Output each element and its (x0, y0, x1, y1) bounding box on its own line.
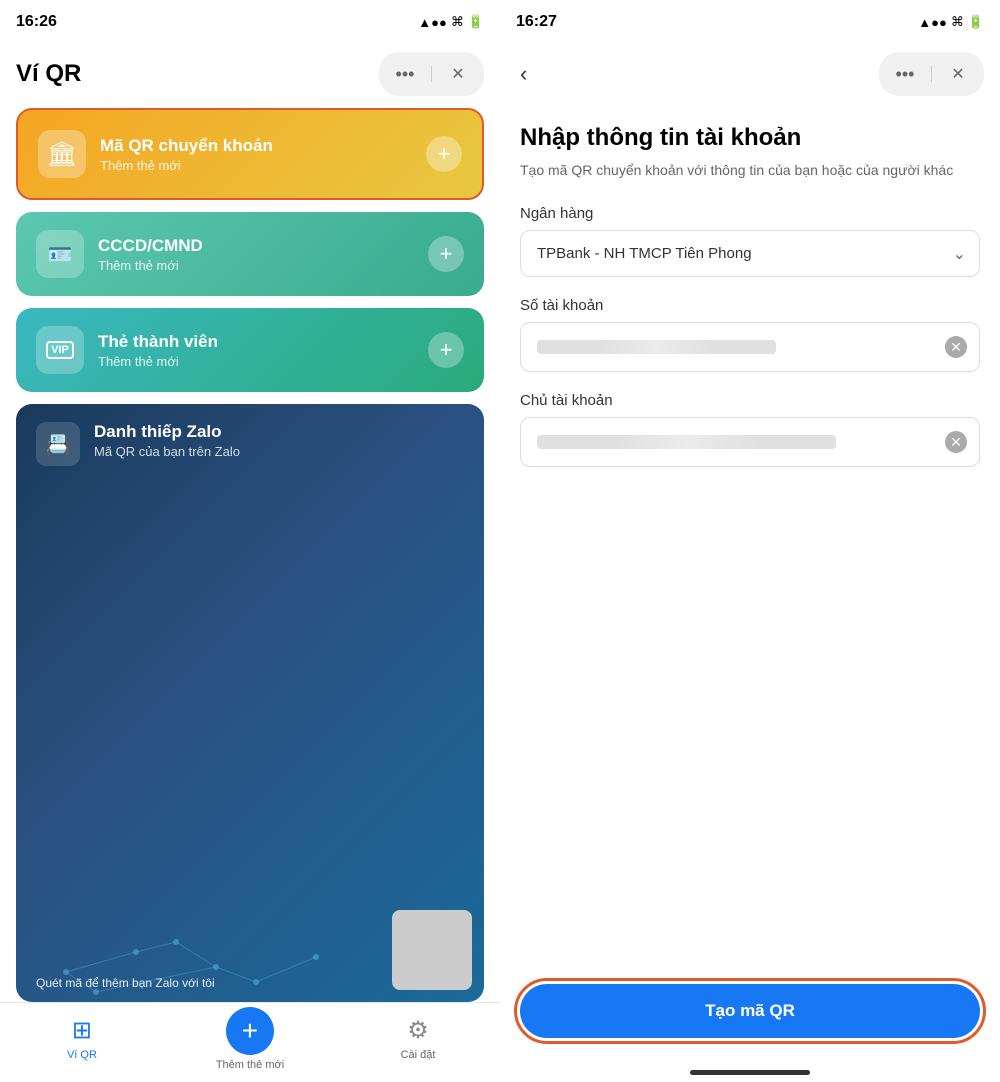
cccd-title: CCCD/CMND (98, 236, 428, 256)
account-number-input-wrapper[interactable]: ✕ (520, 322, 980, 372)
form-spacer (500, 554, 1000, 968)
status-bar-right: 16:27 ▲●● ⌘ 🔋 (500, 0, 1000, 44)
status-icons-left: ▲●● ⌘ 🔋 (418, 14, 484, 30)
zalo-card-header: 📇 Danh thiếp Zalo Mã QR của bạn trên Zal… (36, 422, 464, 466)
right-panel: 16:27 ▲●● ⌘ 🔋 ‹ ••• ✕ Nhập thông tin tài… (500, 0, 1000, 1082)
account-form: Nhập thông tin tài khoản Tạo mã QR chuyể… (500, 108, 1000, 554)
qr-transfer-card[interactable]: 🏛 Mã QR chuyển khoản Thêm thẻ mới + (16, 108, 484, 200)
account-name-shimmer (537, 435, 836, 449)
nav-vi-qr[interactable]: ⊞ Ví QR (52, 1016, 112, 1061)
account-number-label: Số tài khoản (520, 297, 980, 314)
vi-qr-nav-label: Ví QR (67, 1049, 97, 1061)
qr-transfer-title: Mã QR chuyển khoản (100, 136, 426, 156)
signal-icon-left: ▲●● (418, 15, 447, 30)
nav-add-button[interactable]: + (226, 1007, 274, 1055)
cai-dat-nav-icon: ⚙ (407, 1016, 429, 1045)
bank-select[interactable]: TPBank - NH TMCP Tiên Phong (520, 230, 980, 277)
zalo-qr-code (392, 910, 472, 990)
cccd-icon: 🪪 (36, 230, 84, 278)
cccd-add-button[interactable]: + (428, 236, 464, 272)
nav-them-the-wrap[interactable]: + Thêm thẻ mới (216, 1007, 284, 1071)
time-left: 16:26 (16, 13, 57, 31)
header-divider (431, 66, 432, 82)
member-add-button[interactable]: + (428, 332, 464, 368)
cccd-card[interactable]: 🪪 CCCD/CMND Thêm thẻ mới + (16, 212, 484, 296)
wifi-icon-left: ⌘ (451, 14, 464, 30)
qr-transfer-add-button[interactable]: + (426, 136, 462, 172)
close-button-left[interactable]: ✕ (440, 56, 476, 92)
cccd-subtitle: Thêm thẻ mới (98, 258, 428, 273)
nav-them-the-label: Thêm thẻ mới (216, 1059, 284, 1071)
account-number-form-group: Số tài khoản ✕ (520, 297, 980, 372)
qr-transfer-subtitle: Thêm thẻ mới (100, 158, 426, 173)
member-icon: VIP (36, 326, 84, 374)
right-more-options-button[interactable]: ••• (887, 56, 923, 92)
zalo-title: Danh thiếp Zalo (94, 422, 240, 442)
member-info: Thẻ thành viên Thêm thẻ mới (98, 332, 428, 369)
bank-label: Ngân hàng (520, 205, 980, 222)
vi-qr-nav-icon: ⊞ (72, 1016, 92, 1045)
member-title: Thẻ thành viên (98, 332, 428, 352)
more-options-button[interactable]: ••• (387, 56, 423, 92)
account-name-input-wrapper[interactable]: ✕ (520, 417, 980, 467)
vi-qr-title: Ví QR (16, 60, 81, 88)
zalo-icon: 📇 (36, 422, 80, 466)
create-qr-area: Tạo mã QR (500, 968, 1000, 1062)
header-action-group: ••• ✕ (379, 52, 484, 96)
bottom-nav: ⊞ Ví QR + Thêm thẻ mới ⚙ Cài đặt (0, 1002, 500, 1082)
bank-select-wrapper: TPBank - NH TMCP Tiên Phong ⌄ (520, 230, 980, 277)
home-indicator-bar (690, 1070, 810, 1075)
time-right: 16:27 (516, 13, 557, 31)
card-list: 🏛 Mã QR chuyển khoản Thêm thẻ mới + 🪪 CC… (0, 108, 500, 1002)
account-number-clear-button[interactable]: ✕ (945, 336, 967, 358)
nav-cai-dat[interactable]: ⚙ Cài đặt (388, 1016, 448, 1061)
create-qr-button[interactable]: Tạo mã QR (520, 984, 980, 1038)
close-button-right[interactable]: ✕ (940, 56, 976, 92)
right-nav-header: ‹ ••• ✕ (500, 44, 1000, 108)
account-number-shimmer (537, 340, 776, 354)
left-panel: 16:26 ▲●● ⌘ 🔋 Ví QR ••• ✕ 🏛 Mã QR chuyển… (0, 0, 500, 1082)
account-name-form-group: Chủ tài khoản ✕ (520, 392, 980, 467)
back-button[interactable]: ‹ (516, 57, 531, 91)
qr-transfer-icon: 🏛 (38, 130, 86, 178)
zalo-info: Danh thiếp Zalo Mã QR của bạn trên Zalo (94, 422, 240, 459)
signal-icon-right: ▲●● (918, 15, 947, 30)
form-title: Nhập thông tin tài khoản (520, 124, 980, 152)
zalo-subtitle: Mã QR của bạn trên Zalo (94, 444, 240, 459)
form-subtitle: Tạo mã QR chuyển khoản với thông tin của… (520, 160, 980, 181)
cccd-info: CCCD/CMND Thêm thẻ mới (98, 236, 428, 273)
status-bar-left: 16:26 ▲●● ⌘ 🔋 (0, 0, 500, 44)
member-card[interactable]: VIP Thẻ thành viên Thêm thẻ mới + (16, 308, 484, 392)
account-name-clear-button[interactable]: ✕ (945, 431, 967, 453)
qr-transfer-info: Mã QR chuyển khoản Thêm thẻ mới (100, 136, 426, 173)
status-icons-right: ▲●● ⌘ 🔋 (918, 14, 984, 30)
account-name-label: Chủ tài khoản (520, 392, 980, 409)
vi-qr-header: Ví QR ••• ✕ (0, 44, 500, 108)
zalo-card[interactable]: 📇 Danh thiếp Zalo Mã QR của bạn trên Zal… (16, 404, 484, 1002)
wifi-icon-right: ⌘ (951, 14, 964, 30)
battery-icon-right: 🔋 (968, 14, 984, 30)
right-header-divider (931, 66, 932, 82)
bank-form-group: Ngân hàng TPBank - NH TMCP Tiên Phong ⌄ (520, 205, 980, 277)
home-indicator (500, 1062, 1000, 1082)
zalo-bottom-text: Quét mã để thêm bạn Zalo với tôi (36, 976, 215, 990)
right-header-action-group: ••• ✕ (879, 52, 984, 96)
member-subtitle: Thêm thẻ mới (98, 354, 428, 369)
cai-dat-nav-label: Cài đặt (401, 1049, 436, 1061)
battery-icon-left: 🔋 (468, 14, 484, 30)
